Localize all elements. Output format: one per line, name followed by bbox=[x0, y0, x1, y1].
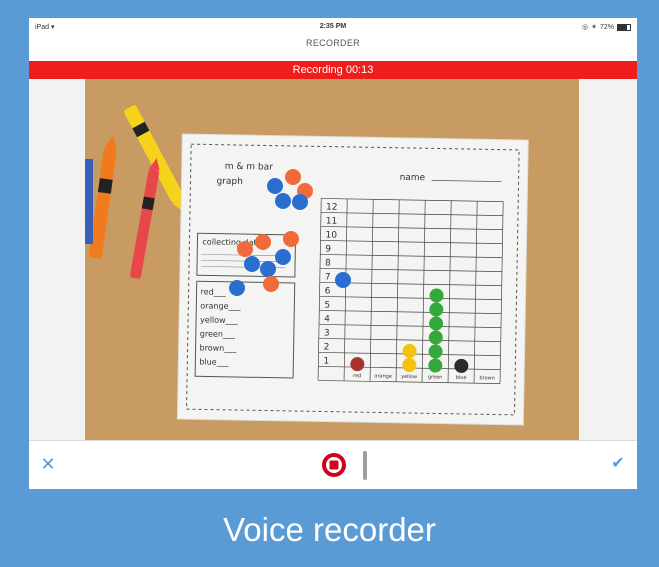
y-tick-label: 3 bbox=[324, 329, 330, 339]
worksheet-photo: m & m bar graph name collecting data red… bbox=[85, 79, 579, 440]
y-tick-label: 9 bbox=[325, 245, 331, 255]
bluetooth-icon: ✶ bbox=[591, 24, 597, 31]
x-label-green: green bbox=[428, 374, 443, 380]
x-label-yellow: yellow bbox=[401, 374, 417, 380]
page-title: RECORDER bbox=[306, 38, 360, 48]
status-time: 2:35 PM bbox=[319, 23, 347, 30]
photo-area: m & m bar graph name collecting data red… bbox=[29, 79, 637, 440]
worksheet-title-line1: m & m bar bbox=[225, 162, 274, 173]
cancel-button[interactable]: ✕ bbox=[37, 453, 59, 475]
x-label-red: red bbox=[353, 373, 361, 379]
y-tick-label: 12 bbox=[326, 203, 338, 213]
y-tick-label: 5 bbox=[324, 301, 330, 311]
tally-item-red: red___ bbox=[200, 287, 226, 296]
location-icon: ◎ bbox=[582, 24, 589, 31]
stop-record-icon bbox=[322, 453, 346, 477]
checkmark-icon: ✔ bbox=[611, 455, 625, 472]
y-tick-label: 4 bbox=[324, 315, 330, 325]
battery-icon bbox=[617, 23, 631, 31]
recording-bar: Recording 00:13 bbox=[29, 61, 637, 79]
status-right: ◎ ✶ 72% bbox=[582, 23, 631, 31]
y-tick-label: 7 bbox=[325, 273, 331, 283]
tally-item-green: green___ bbox=[200, 329, 236, 339]
caption: Voice recorder bbox=[223, 511, 436, 548]
y-tick-label: 11 bbox=[326, 217, 338, 227]
audio-level-meter bbox=[363, 451, 367, 480]
y-tick-label: 6 bbox=[325, 287, 331, 297]
crayon-blue bbox=[85, 159, 93, 244]
x-label-orange: orange bbox=[374, 373, 392, 379]
tally-item-orange: orange___ bbox=[200, 301, 241, 311]
close-icon: ✕ bbox=[40, 454, 56, 474]
x-label-blue: blue bbox=[456, 375, 467, 381]
x-label-brown: brown bbox=[479, 375, 495, 381]
stop-button[interactable] bbox=[321, 452, 347, 478]
y-tick-label: 1 bbox=[323, 357, 329, 367]
status-bar: iPad ▾ 2:35 PM ◎ ✶ 72% bbox=[29, 18, 637, 36]
collecting-data-heading: collecting data bbox=[202, 237, 261, 247]
y-tick-label: 10 bbox=[325, 231, 337, 241]
worksheet-name-label: name bbox=[400, 173, 426, 183]
ipad-screen: iPad ▾ 2:35 PM ◎ ✶ 72% RECORDER Recordin… bbox=[29, 18, 637, 489]
y-tick-label: 2 bbox=[324, 343, 330, 353]
confirm-button[interactable]: ✔ bbox=[607, 453, 629, 475]
recorder-toolbar: ✕ ✔ bbox=[29, 440, 637, 489]
tally-item-blue: blue___ bbox=[199, 357, 229, 367]
worksheet: m & m bar graph name collecting data red… bbox=[176, 133, 529, 426]
worksheet-title-line2: graph bbox=[216, 177, 243, 187]
tally-item-brown: brown___ bbox=[200, 343, 238, 353]
battery-percent: 72% bbox=[599, 23, 614, 31]
y-tick-label: 8 bbox=[325, 259, 331, 269]
tally-item-yellow: yellow___ bbox=[200, 315, 239, 325]
photo-illustration: m & m bar graph name collecting data red… bbox=[85, 79, 579, 440]
